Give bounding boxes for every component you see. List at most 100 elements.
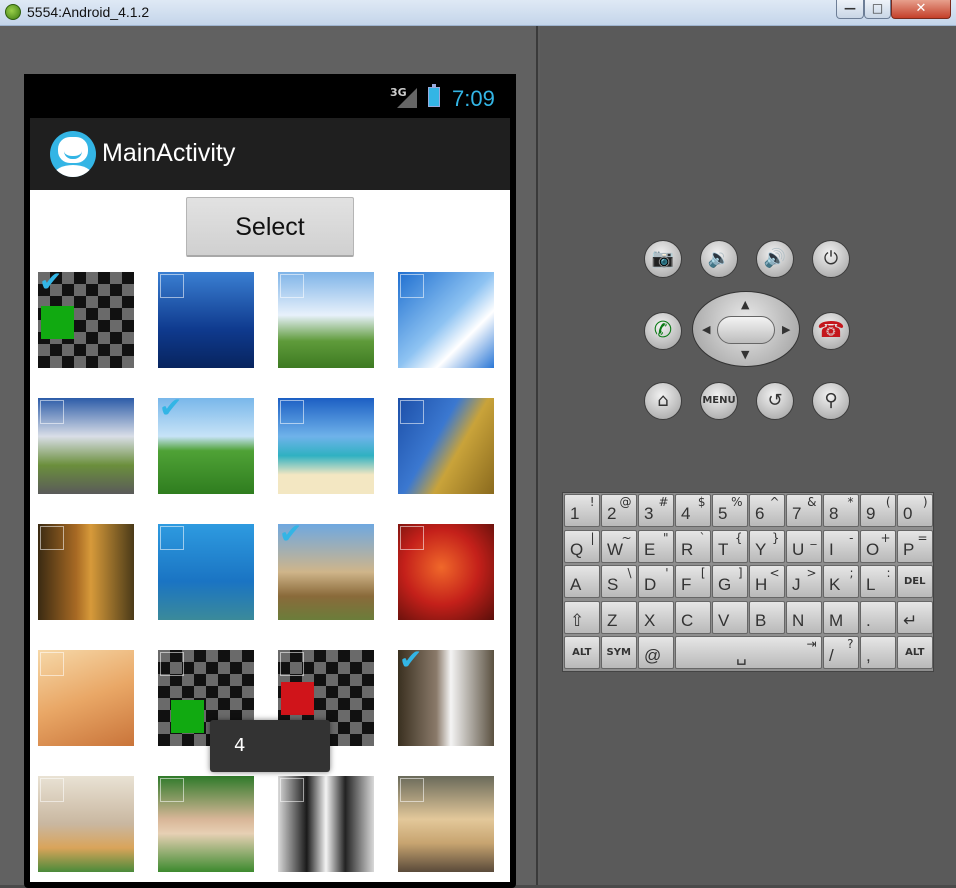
- key-space[interactable]: ␣ ⇥: [675, 636, 822, 669]
- key-i[interactable]: I-: [823, 529, 859, 563]
- grid-image-underwater-sharks[interactable]: [158, 272, 254, 368]
- grid-image-penguins[interactable]: [278, 776, 374, 872]
- item-checkbox[interactable]: [400, 778, 424, 802]
- key-.[interactable]: .: [860, 600, 896, 634]
- grid-image-sky-clouds-tree[interactable]: [278, 272, 374, 368]
- item-checkbox[interactable]: [40, 778, 64, 802]
- key-q[interactable]: Q |: [564, 529, 600, 563]
- volume-up-icon[interactable]: 🔊: [756, 240, 794, 278]
- key-j[interactable]: J >: [786, 565, 822, 598]
- call-icon[interactable]: ✆: [644, 312, 682, 350]
- key-s[interactable]: S \: [601, 565, 637, 598]
- item-checkbox[interactable]: [160, 652, 184, 676]
- key-w[interactable]: W ~: [601, 529, 637, 563]
- item-checkbox[interactable]: [160, 274, 184, 298]
- grid-image-hamster-grass[interactable]: [158, 776, 254, 872]
- item-checkbox[interactable]: [280, 274, 304, 298]
- grid-image-autumn-forest[interactable]: [38, 524, 134, 620]
- key-t[interactable]: T{: [712, 529, 748, 563]
- dpad-right-icon[interactable]: ▶: [782, 323, 790, 336]
- item-checkbox[interactable]: [280, 778, 304, 802]
- key-0[interactable]: 0): [897, 494, 933, 527]
- end-call-icon[interactable]: ☎: [812, 312, 850, 350]
- item-checkbox[interactable]: [280, 400, 304, 424]
- dpad-up-icon[interactable]: ▲: [741, 298, 749, 311]
- key-r[interactable]: R `: [675, 529, 711, 563]
- grid-image-monkey-dove[interactable]: ✔: [398, 650, 494, 746]
- grid-image-cloudy-road-landscape[interactable]: [38, 398, 134, 494]
- key-1[interactable]: 1!: [564, 494, 600, 527]
- power-icon[interactable]: ⏻: [812, 240, 850, 278]
- item-checkbox[interactable]: [160, 778, 184, 802]
- key-9[interactable]: 9(: [860, 494, 896, 527]
- key-c[interactable]: C: [675, 600, 711, 634]
- key-/[interactable]: /?: [823, 636, 859, 669]
- key-6[interactable]: 6 ^: [749, 494, 785, 527]
- key-n[interactable]: N: [786, 600, 822, 634]
- grid-image-tropical-beach[interactable]: [278, 398, 374, 494]
- key-u[interactable]: U _: [786, 529, 822, 563]
- back-icon[interactable]: ↺: [756, 382, 794, 420]
- item-checkbox[interactable]: ✔: [159, 398, 184, 424]
- volume-down-icon[interactable]: 🔉: [700, 240, 738, 278]
- key-l[interactable]: L:: [860, 565, 896, 598]
- grid-image-checkerboard-green-square[interactable]: ✔: [38, 272, 134, 368]
- dpad-left-icon[interactable]: ◀: [702, 323, 710, 336]
- key-↵[interactable]: ↵: [897, 600, 933, 634]
- grid-image-desert-dune[interactable]: [38, 650, 134, 746]
- item-checkbox[interactable]: [160, 526, 184, 550]
- key-d[interactable]: D ': [638, 565, 674, 598]
- key-o[interactable]: O +: [860, 529, 896, 563]
- item-checkbox[interactable]: [400, 274, 424, 298]
- key-3[interactable]: 3 #: [638, 494, 674, 527]
- item-checkbox[interactable]: [40, 526, 64, 550]
- grid-image-dog-litter[interactable]: [398, 776, 494, 872]
- item-checkbox[interactable]: [40, 400, 64, 424]
- grid-image-castle[interactable]: ✔: [278, 524, 374, 620]
- key-f[interactable]: F[: [675, 565, 711, 598]
- item-checkbox[interactable]: [400, 400, 424, 424]
- key-p[interactable]: P =: [897, 529, 933, 563]
- key-⇧[interactable]: ⇧: [564, 600, 600, 634]
- key-@[interactable]: @: [638, 636, 674, 669]
- item-checkbox[interactable]: [400, 526, 424, 550]
- grid-image-giraffe-sky[interactable]: [398, 398, 494, 494]
- key-8[interactable]: 8 *: [823, 494, 859, 527]
- camera-icon[interactable]: 📷: [644, 240, 682, 278]
- item-checkbox[interactable]: [280, 652, 304, 676]
- grid-image-hamster-eating[interactable]: [38, 776, 134, 872]
- key-5[interactable]: 5%: [712, 494, 748, 527]
- maximize-button[interactable]: □: [864, 0, 891, 19]
- dpad[interactable]: ▲ ▼ ◀ ▶: [692, 291, 800, 367]
- key-4[interactable]: 4 $: [675, 494, 711, 527]
- item-checkbox[interactable]: ✔: [279, 524, 304, 550]
- grid-image-red-autumn-tree[interactable]: [398, 524, 494, 620]
- key-h[interactable]: H <: [749, 565, 785, 598]
- key-k[interactable]: K;: [823, 565, 859, 598]
- key-del[interactable]: DEL: [897, 565, 933, 598]
- minimize-button[interactable]: —: [836, 0, 864, 19]
- dpad-down-icon[interactable]: ▼: [741, 348, 749, 361]
- grid-image-blue-sky-clouds[interactable]: [398, 272, 494, 368]
- grid-image-sea-turtle[interactable]: [158, 524, 254, 620]
- dpad-center-button[interactable]: [717, 316, 775, 344]
- grid-image-green-field-sky[interactable]: ✔: [158, 398, 254, 494]
- key-7[interactable]: 7 &: [786, 494, 822, 527]
- item-checkbox[interactable]: ✔: [39, 272, 64, 298]
- key-2[interactable]: 2 @: [601, 494, 637, 527]
- item-checkbox[interactable]: [40, 652, 64, 676]
- close-button[interactable]: ✕: [891, 0, 951, 19]
- title-bar[interactable]: 5554:Android_4.1.2 — □ ✕: [0, 0, 956, 26]
- menu-button[interactable]: MENU: [700, 382, 738, 420]
- key-a[interactable]: A: [564, 565, 600, 598]
- key-,[interactable]: ,: [860, 636, 896, 669]
- key-alt[interactable]: ALT: [564, 636, 600, 669]
- key-b[interactable]: B: [749, 600, 785, 634]
- home-icon[interactable]: ⌂: [644, 382, 682, 420]
- key-m[interactable]: M: [823, 600, 859, 634]
- key-y[interactable]: Y}: [749, 529, 785, 563]
- item-checkbox[interactable]: ✔: [399, 650, 424, 676]
- key-z[interactable]: Z: [601, 600, 637, 634]
- key-e[interactable]: E ": [638, 529, 674, 563]
- select-button[interactable]: Select: [186, 197, 354, 257]
